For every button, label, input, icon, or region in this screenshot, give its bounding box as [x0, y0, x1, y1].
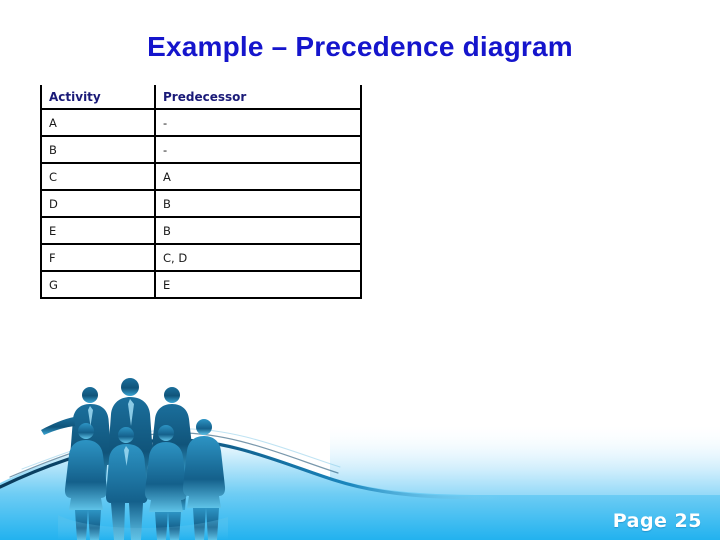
wave-crest-line: [0, 438, 502, 500]
cell-predecessor: C, D: [154, 243, 362, 272]
precedence-table: Activity Predecessor A - B - C A D B E B…: [40, 85, 362, 299]
cell-predecessor: E: [154, 270, 362, 299]
table-row: A -: [40, 108, 362, 137]
table-row: D B: [40, 189, 362, 218]
cell-activity: B: [40, 135, 156, 164]
cell-activity: C: [40, 162, 156, 191]
cell-activity: G: [40, 270, 156, 299]
cell-predecessor: A: [154, 162, 362, 191]
table-header-row: Activity Predecessor: [40, 85, 362, 110]
cell-predecessor: B: [154, 189, 362, 218]
cell-activity: E: [40, 216, 156, 245]
table-row: G E: [40, 270, 362, 299]
table-row: B -: [40, 135, 362, 164]
column-header-activity: Activity: [40, 85, 156, 110]
wave-crest-line-secondary: [9, 432, 339, 478]
cell-activity: D: [40, 189, 156, 218]
cell-activity: F: [40, 243, 156, 272]
column-header-predecessor: Predecessor: [154, 85, 362, 110]
slide-canvas: Example – Precedence diagram Activity Pr…: [0, 0, 720, 540]
table-row: C A: [40, 162, 362, 191]
business-people-silhouette-group: [41, 378, 228, 540]
cell-predecessor: -: [154, 135, 362, 164]
page-title: Example – Precedence diagram: [147, 31, 573, 62]
cell-predecessor: B: [154, 216, 362, 245]
page-number: Page 25: [612, 510, 702, 532]
table-row: E B: [40, 216, 362, 245]
cell-activity: A: [40, 108, 156, 137]
table-row: F C, D: [40, 243, 362, 272]
cell-predecessor: -: [154, 108, 362, 137]
wave-crest-highlight: [21, 428, 341, 470]
